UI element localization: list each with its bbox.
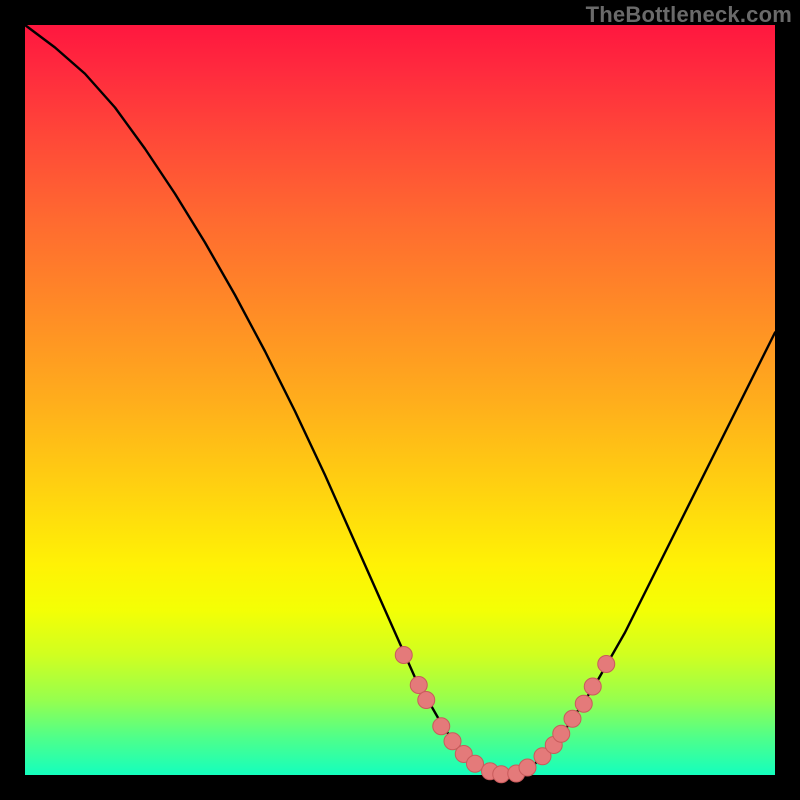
highlight-dot: [418, 692, 435, 709]
highlight-dot: [575, 695, 592, 712]
highlight-dots: [395, 647, 615, 783]
highlight-dot: [564, 710, 581, 727]
highlight-dot: [584, 678, 601, 695]
highlight-dot: [493, 766, 510, 783]
highlight-dot: [598, 656, 615, 673]
highlight-dot: [410, 677, 427, 694]
chart-svg: [25, 25, 775, 775]
highlight-dot: [467, 755, 484, 772]
highlight-dot: [433, 718, 450, 735]
highlight-dot: [519, 759, 536, 776]
plot-area: [25, 25, 775, 775]
highlight-dot: [395, 647, 412, 664]
highlight-dot: [553, 725, 570, 742]
chart-container: TheBottleneck.com: [0, 0, 800, 800]
